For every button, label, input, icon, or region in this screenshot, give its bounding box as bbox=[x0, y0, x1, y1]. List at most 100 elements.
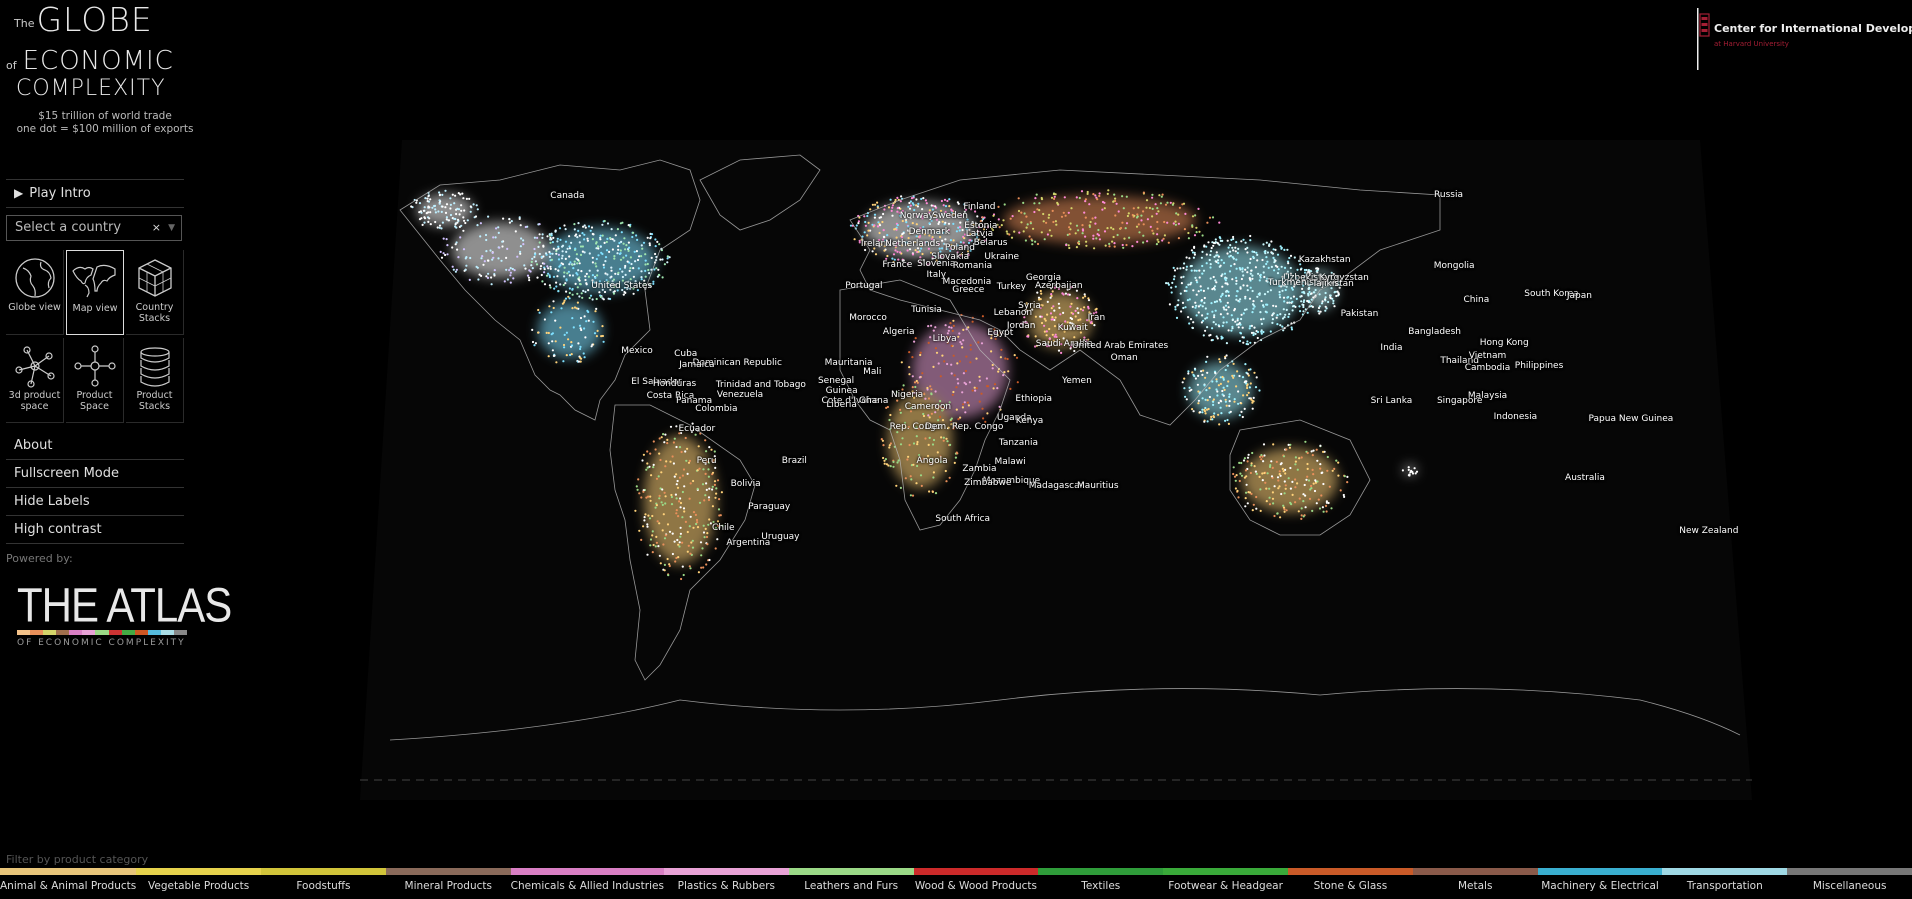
country-label[interactable]: Kazakhstan bbox=[1299, 255, 1351, 265]
country-label[interactable]: Brazil bbox=[782, 456, 807, 466]
category-filter-7[interactable]: Wood & Wood Products bbox=[913, 868, 1039, 899]
country-label[interactable]: Morocco bbox=[849, 313, 887, 323]
country-label[interactable]: Iran bbox=[1088, 313, 1106, 323]
country-label[interactable]: Netherlands bbox=[885, 239, 940, 249]
view-map-button[interactable]: Map view bbox=[66, 250, 124, 335]
country-label[interactable]: Angola bbox=[917, 456, 948, 466]
country-label[interactable]: United States bbox=[591, 281, 652, 291]
country-label[interactable]: Slovenia bbox=[917, 259, 955, 269]
view-globe-button[interactable]: Globe view bbox=[6, 250, 64, 335]
country-label[interactable]: Ecuador bbox=[678, 424, 715, 434]
country-label[interactable]: Egypt bbox=[987, 328, 1013, 338]
view-space-button[interactable]: Product Space bbox=[66, 338, 124, 423]
fullscreen-button[interactable]: Fullscreen Mode bbox=[6, 460, 184, 488]
world-map-canvas[interactable] bbox=[360, 140, 1752, 805]
country-label[interactable]: Russia bbox=[1434, 190, 1463, 200]
country-label[interactable]: Zambia bbox=[962, 464, 996, 474]
category-filter-13[interactable]: Transportation bbox=[1662, 868, 1788, 899]
category-filter-4[interactable]: Chemicals & Allied Industries bbox=[510, 868, 664, 899]
country-label[interactable]: Honduras bbox=[653, 379, 696, 389]
clear-icon[interactable]: × bbox=[152, 216, 161, 240]
country-label[interactable]: Philippines bbox=[1515, 361, 1564, 371]
category-filter-14[interactable]: Miscellaneous bbox=[1787, 868, 1912, 899]
country-label[interactable]: Mali bbox=[863, 367, 881, 377]
country-label[interactable]: Lebanon bbox=[994, 308, 1033, 318]
country-label[interactable]: Chile bbox=[712, 523, 735, 533]
country-label[interactable]: Cameroon bbox=[905, 402, 951, 412]
world-map[interactable]: Canada United States Russia Mongolia China So… bbox=[360, 140, 1752, 805]
country-label[interactable]: Tajikistan bbox=[1312, 279, 1354, 289]
category-filter-9[interactable]: Footwear & Headgear bbox=[1163, 868, 1288, 899]
country-label[interactable]: Liberia bbox=[826, 400, 856, 410]
country-label[interactable]: Bolivia bbox=[731, 479, 761, 489]
country-label[interactable]: Libya bbox=[933, 334, 957, 344]
category-filter-6[interactable]: Leathers and Furs bbox=[788, 868, 914, 899]
country-label[interactable]: Nigeria bbox=[891, 390, 923, 400]
country-label[interactable]: Venezuela bbox=[717, 390, 763, 400]
play-intro-button[interactable]: ▶ Play Intro bbox=[6, 179, 184, 208]
country-label[interactable]: New Zealand bbox=[1679, 526, 1738, 536]
view-3dspace-button[interactable]: 3d product space bbox=[6, 338, 64, 423]
country-label[interactable]: Tunisia bbox=[911, 305, 942, 315]
country-label[interactable]: Denmark bbox=[909, 227, 950, 237]
country-label[interactable]: Jamaica bbox=[679, 360, 714, 370]
country-label[interactable]: India bbox=[1380, 343, 1402, 353]
country-label[interactable]: Mauritius bbox=[1077, 481, 1119, 491]
country-label[interactable]: Kuwait bbox=[1058, 323, 1088, 333]
country-label[interactable]: Bangladesh bbox=[1408, 327, 1461, 337]
country-label[interactable]: Turkey bbox=[997, 282, 1026, 292]
country-label[interactable]: Malawi bbox=[994, 457, 1025, 467]
category-filter-8[interactable]: Textiles bbox=[1038, 868, 1164, 899]
country-label[interactable]: South Africa bbox=[935, 514, 990, 524]
atlas-logo[interactable]: THE ATLAS OF ECONOMIC COMPLEXITY bbox=[17, 579, 232, 648]
country-label[interactable]: Algeria bbox=[883, 327, 915, 337]
country-label[interactable]: Finland bbox=[963, 202, 995, 212]
country-label[interactable]: Yemen bbox=[1062, 376, 1092, 386]
country-label[interactable]: Canada bbox=[550, 191, 584, 201]
category-filter-11[interactable]: Metals bbox=[1412, 868, 1538, 899]
country-label[interactable]: Vietnam bbox=[1469, 351, 1507, 361]
country-label[interactable]: Papua New Guinea bbox=[1589, 414, 1674, 424]
country-label[interactable]: Pakistan bbox=[1341, 309, 1379, 319]
country-label[interactable]: Mexico bbox=[621, 346, 652, 356]
view-stacks-button[interactable]: Country Stacks bbox=[126, 250, 184, 335]
country-label[interactable]: Paraguay bbox=[748, 502, 790, 512]
country-label[interactable]: Indonesia bbox=[1494, 412, 1538, 422]
country-label[interactable]: Hong Kong bbox=[1480, 338, 1529, 348]
country-label[interactable]: Australia bbox=[1565, 473, 1605, 483]
category-filter-2[interactable]: Foodstuffs bbox=[261, 868, 386, 899]
country-label[interactable]: Singapore bbox=[1437, 396, 1482, 406]
country-label[interactable]: Azerbaijan bbox=[1035, 281, 1083, 291]
country-label[interactable]: Belarus bbox=[974, 238, 1008, 248]
country-label[interactable]: Portugal bbox=[845, 281, 882, 291]
category-filter-1[interactable]: Vegetable Products bbox=[136, 868, 262, 899]
category-filter-12[interactable]: Machinery & Electrical bbox=[1537, 868, 1663, 899]
country-label[interactable]: Sri Lanka bbox=[1371, 396, 1413, 406]
country-label[interactable]: Greece bbox=[952, 285, 984, 295]
hide-labels-button[interactable]: Hide Labels bbox=[6, 488, 184, 516]
about-button[interactable]: About bbox=[6, 432, 184, 460]
country-label[interactable]: Sweden bbox=[932, 211, 968, 221]
country-label[interactable]: United Arab Emirates bbox=[1072, 341, 1168, 351]
country-select[interactable]: Select a country × ▼ bbox=[6, 215, 182, 241]
country-label[interactable]: Uruguay bbox=[761, 532, 799, 542]
category-filter-5[interactable]: Plastics & Rubbers bbox=[663, 868, 789, 899]
country-label[interactable]: Mongolia bbox=[1434, 261, 1475, 271]
country-label[interactable]: Japan bbox=[1567, 291, 1592, 301]
country-label[interactable]: Cambodia bbox=[1465, 363, 1511, 373]
country-label[interactable]: Ghana bbox=[859, 396, 888, 406]
category-filter-0[interactable]: Animal & Animal Products bbox=[0, 868, 137, 899]
country-label[interactable]: Colombia bbox=[695, 404, 737, 414]
category-filter-10[interactable]: Stone & Glass bbox=[1288, 868, 1413, 899]
country-label[interactable]: Ethiopia bbox=[1015, 394, 1052, 404]
high-contrast-button[interactable]: High contrast bbox=[6, 516, 184, 544]
cid-logo[interactable]: Center for International Development at … bbox=[1696, 8, 1912, 72]
country-label[interactable]: Zimbabwe bbox=[964, 478, 1011, 488]
view-pstacks-button[interactable]: Product Stacks bbox=[126, 338, 184, 423]
country-label[interactable]: Dem. Rep. Congo bbox=[925, 422, 1004, 432]
country-label[interactable]: Norway bbox=[900, 211, 934, 221]
country-label[interactable]: Kenya bbox=[1016, 416, 1044, 426]
country-label[interactable]: Peru bbox=[697, 456, 717, 466]
country-label[interactable]: China bbox=[1464, 295, 1490, 305]
country-label[interactable]: Romania bbox=[953, 261, 992, 271]
